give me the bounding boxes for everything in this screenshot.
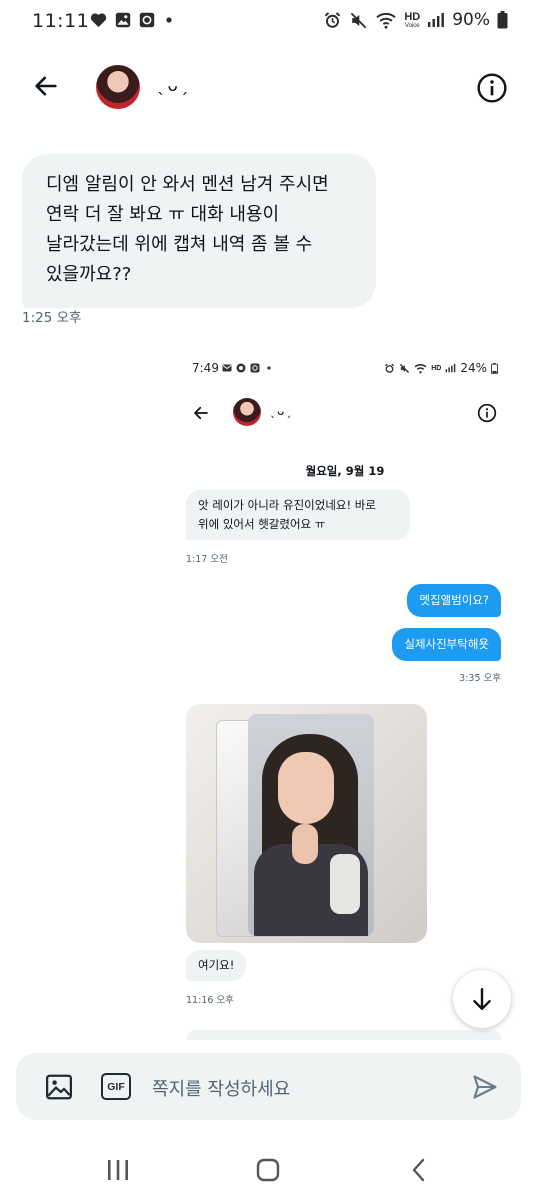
avatar [233, 398, 261, 426]
photocard [248, 714, 374, 936]
notification-dot-icon [163, 14, 175, 26]
alarm-icon [323, 11, 342, 30]
message-timestamp: 1:17 오전 [186, 554, 228, 565]
message-bubble-received: 여기요! [186, 950, 247, 981]
app-icon [236, 363, 246, 373]
info-circle-icon [477, 73, 507, 103]
message-composer[interactable]: GIF 쪽지를 작성하세요 [16, 1053, 521, 1120]
status-time: 11:11 [32, 10, 90, 32]
info-circle-icon [477, 403, 497, 423]
attached-screenshot[interactable]: 7:49 HD 24% ˎᴗˏ 월요일, 9월 19 앗 레이가 아니라 유진이… [180, 346, 510, 1040]
hd-voice-icon: HD Voice [404, 10, 421, 29]
battery-percent: 90% [452, 10, 490, 30]
info-button [477, 403, 497, 423]
send-icon [473, 1075, 497, 1099]
message-input[interactable]: 쪽지를 작성하세요 [152, 1075, 290, 1101]
message-bubble-received: 앗 레이가 아니라 유진이었네요! 바로 위에 있어서 헷갈렸어요 ㅠ [186, 490, 410, 540]
camera-app-icon [139, 12, 155, 28]
conversation-header: ˎᴗˏ [0, 56, 538, 120]
mail-icon [222, 364, 232, 372]
back-button[interactable] [30, 70, 62, 102]
recent-apps-button[interactable] [100, 1152, 136, 1188]
message-timestamp: 3:35 오후 [459, 673, 501, 684]
hd-voice-icon: HD [431, 364, 442, 372]
arrow-left-icon [194, 406, 208, 420]
image-button[interactable] [44, 1072, 74, 1102]
home-icon [256, 1158, 280, 1182]
screenshot-status-time: 7:49 [192, 361, 219, 375]
avatar[interactable] [96, 65, 140, 109]
back-button [192, 404, 210, 422]
battery-icon [491, 362, 498, 374]
mute-icon [349, 11, 368, 30]
alarm-icon [385, 363, 395, 373]
battery-icon [497, 11, 508, 29]
heart-icon [90, 12, 107, 28]
recent-apps-icon [108, 1160, 128, 1180]
message-bubble-sent: 멧집앨범이요? [407, 584, 501, 617]
message-text: 디엠 알림이 안 와서 멘션 남겨 주시면 연락 더 잘 봐요 ㅠ 대화 내용이… [46, 174, 329, 285]
notification-dot-icon [267, 366, 271, 370]
system-back-button[interactable] [401, 1152, 437, 1188]
arrow-left-icon [35, 76, 57, 96]
message-timestamp: 1:25 오후 [22, 310, 82, 326]
gallery-icon [115, 12, 131, 28]
wifi-icon [414, 363, 427, 373]
photo-message [186, 704, 427, 943]
mute-icon [400, 363, 410, 373]
camera-app-icon [250, 363, 260, 373]
contact-name[interactable]: ˎᴗˏ [157, 76, 190, 96]
message-bubble-received[interactable]: 디엠 알림이 안 와서 멘션 남겨 주시면 연락 더 잘 봐요 ㅠ 대화 내용이… [22, 154, 376, 308]
date-separator: 월요일, 9월 19 [305, 464, 385, 478]
signal-icon [427, 12, 445, 28]
message-bubble-partial [186, 1030, 502, 1040]
scroll-down-button[interactable] [453, 970, 511, 1028]
system-navigation-bar [0, 1140, 538, 1200]
signal-icon [445, 363, 456, 373]
status-bar: 11:11 HD Voice 90% [0, 0, 538, 44]
info-button[interactable] [476, 72, 508, 104]
contact-name: ˎᴗˏ [270, 404, 293, 418]
arrow-down-icon [473, 988, 491, 1010]
screenshot-battery-percent: 24% [460, 361, 487, 375]
send-button[interactable] [471, 1073, 499, 1101]
message-bubble-sent: 실제사진부탁해욧 [392, 628, 501, 661]
message-timestamp: 11:16 오후 [186, 995, 234, 1006]
wifi-icon [375, 11, 397, 29]
gif-button[interactable]: GIF [101, 1073, 131, 1100]
image-icon [46, 1074, 72, 1100]
home-button[interactable] [250, 1152, 286, 1188]
chevron-left-icon [412, 1158, 425, 1182]
